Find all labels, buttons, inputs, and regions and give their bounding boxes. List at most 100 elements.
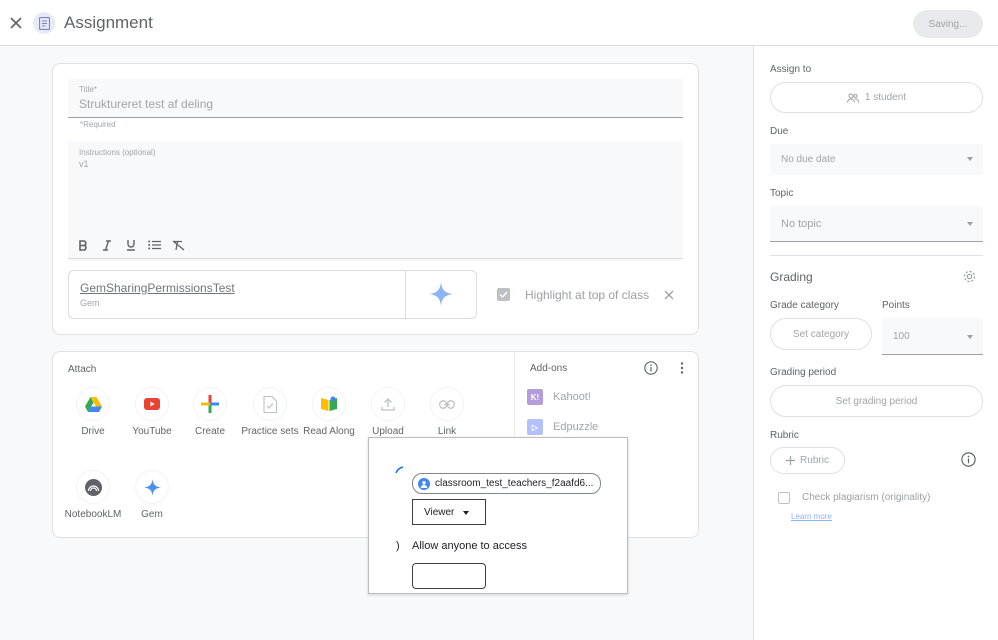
learn-more-link[interactable]: Learn more: [791, 512, 832, 521]
attach-gem-button[interactable]: Gem: [122, 470, 182, 521]
title-field[interactable]: Title* Struktureret test af deling: [68, 79, 683, 118]
read-along-icon: [321, 396, 337, 411]
access-select[interactable]: [412, 563, 486, 589]
points-value: 100: [893, 330, 910, 342]
section-divider: [770, 255, 983, 256]
assignment-icon: [33, 12, 55, 34]
attach-notebooklm-button[interactable]: NotebookLM: [63, 470, 123, 521]
practice-sets-icon: [263, 395, 277, 413]
instructions-field-value[interactable]: v1: [79, 159, 89, 169]
bold-icon: [78, 239, 87, 251]
kahoot-icon: K!: [527, 389, 543, 405]
addon-kahoot[interactable]: K! Kahoot!: [527, 389, 591, 405]
due-label: Due: [770, 126, 789, 137]
clear-formatting-icon: [172, 239, 185, 251]
underline-button[interactable]: [123, 238, 138, 253]
topic-label: Topic: [770, 188, 794, 199]
due-date-select[interactable]: No due date: [770, 144, 983, 175]
addon-edpuzzle-label: Edpuzzle: [553, 421, 599, 433]
highlight-checkbox[interactable]: [497, 288, 510, 301]
toggle-fragment: ): [396, 540, 400, 552]
attach-title: Attach: [68, 364, 97, 375]
points-select[interactable]: 100: [882, 318, 983, 355]
attach-link-circle: [430, 387, 464, 421]
set-grading-period-button[interactable]: Set grading period: [770, 385, 983, 417]
attach-drive-button[interactable]: Drive: [63, 387, 123, 438]
role-select[interactable]: Viewer: [412, 499, 486, 525]
assign-to-button[interactable]: 1 student: [770, 82, 983, 113]
clear-formatting-button[interactable]: [171, 238, 186, 253]
gear-icon: [963, 270, 976, 283]
more-vert-icon: [680, 362, 684, 374]
grading-settings-button[interactable]: [962, 269, 977, 289]
create-icon: [201, 395, 219, 413]
dropdown-arrow-icon: [967, 335, 973, 339]
attach-link-button[interactable]: Link: [417, 387, 477, 438]
attach-read-along-label: Read Along: [303, 426, 355, 437]
points-label: Points: [882, 300, 910, 311]
addons-more-button[interactable]: [675, 361, 689, 380]
upload-icon: [381, 398, 395, 411]
plagiarism-checkbox[interactable]: [778, 492, 790, 504]
assignment-form-card: Title* Struktureret test af deling *Requ…: [52, 63, 699, 335]
gem-attachment-type: Gem: [80, 298, 100, 308]
set-category-button[interactable]: Set category: [770, 318, 872, 350]
attach-practice-sets-button[interactable]: Practice sets: [240, 387, 300, 438]
grading-title: Grading: [770, 270, 813, 284]
edpuzzle-icon: ▷: [527, 419, 543, 435]
dropdown-arrow-icon: [463, 511, 469, 515]
attach-notebooklm-circle: [76, 470, 110, 504]
plus-icon: [786, 456, 796, 465]
attach-create-circle: [193, 387, 227, 421]
dropdown-arrow-icon: [967, 157, 973, 161]
topic-select[interactable]: No topic: [770, 206, 983, 242]
attach-upload-button[interactable]: Upload: [358, 387, 418, 438]
italic-button[interactable]: [99, 238, 114, 253]
allow-anyone-label: Allow anyone to access: [412, 540, 527, 552]
attach-upload-circle: [371, 387, 405, 421]
check-icon: [499, 291, 508, 298]
dropdown-arrow-icon: [967, 222, 973, 226]
people-icon: [846, 93, 859, 103]
bold-button[interactable]: [75, 238, 90, 253]
formatting-toolbar: [68, 232, 683, 259]
bulleted-list-button[interactable]: [147, 238, 162, 253]
attach-youtube-button[interactable]: YouTube: [122, 387, 182, 438]
attach-read-along-button[interactable]: Read Along: [299, 387, 359, 438]
gem-card-divider: [405, 271, 406, 318]
addon-kahoot-label: Kahoot!: [553, 391, 591, 403]
person-icon: [420, 480, 428, 488]
attach-youtube-circle: [135, 387, 169, 421]
attach-youtube-label: YouTube: [132, 426, 172, 437]
title-field-value[interactable]: Struktureret test af deling: [79, 97, 213, 111]
addon-edpuzzle[interactable]: ▷ Edpuzzle: [527, 419, 598, 435]
link-icon: [439, 399, 455, 409]
role-value: Viewer: [424, 506, 455, 518]
addons-info-button[interactable]: [644, 361, 658, 380]
due-date-value: No due date: [781, 154, 836, 165]
remove-attachment-button[interactable]: [661, 287, 677, 303]
user-chip[interactable]: classroom_test_teachers_f2aafd6...: [412, 473, 601, 494]
grading-period-label: Grading period: [770, 367, 837, 378]
share-permissions-dialog: classroom_test_teachers_f2aafd6... Viewe…: [368, 437, 628, 594]
title-field-label: Title*: [79, 85, 97, 94]
instructions-field-label: Instructions (optional): [79, 148, 156, 157]
close-button[interactable]: [6, 13, 26, 33]
notebooklm-icon: [84, 478, 102, 496]
attach-read-along-circle: [312, 387, 346, 421]
add-rubric-button[interactable]: Rubric: [770, 447, 845, 474]
assign-to-value: 1 student: [864, 92, 907, 103]
avatar: [418, 477, 430, 490]
gem-attachment-name[interactable]: GemSharingPermissionsTest: [80, 281, 235, 295]
rubric-info-button[interactable]: [961, 452, 976, 472]
loading-spinner-icon: [395, 466, 404, 474]
saving-button[interactable]: Saving...: [913, 10, 983, 38]
plagiarism-label: Check plagiarism (originality): [802, 492, 931, 503]
attach-create-button[interactable]: Create: [180, 387, 240, 438]
underline-icon: [126, 240, 135, 251]
settings-panel: Assign to 1 student Due No due date Topi…: [753, 46, 998, 640]
grade-category-label: Grade category: [770, 300, 839, 311]
attach-notebooklm-label: NotebookLM: [64, 509, 122, 520]
attach-drive-label: Drive: [81, 426, 105, 437]
gem-attachment-card[interactable]: GemSharingPermissionsTest Gem: [68, 270, 477, 319]
